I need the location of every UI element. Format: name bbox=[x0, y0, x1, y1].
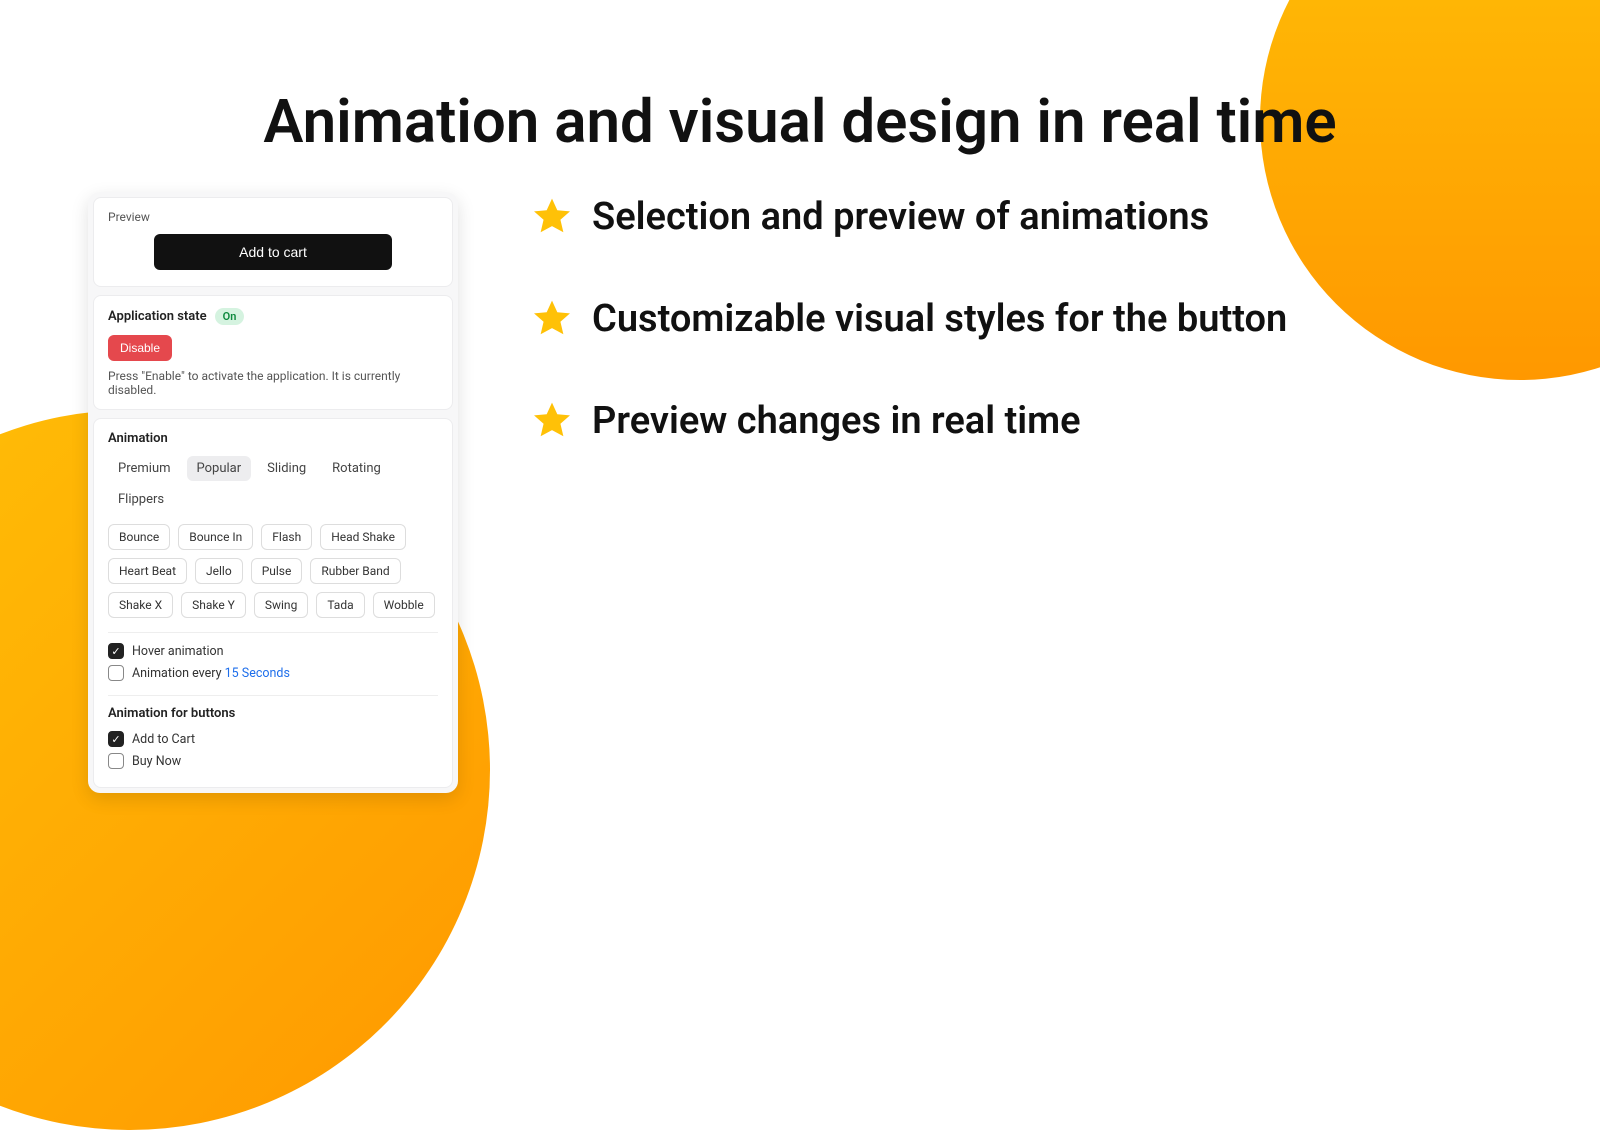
animation-tabs: Premium Popular Sliding Rotating Flipper… bbox=[108, 456, 438, 512]
bullet-text: Selection and preview of animations bbox=[592, 195, 1209, 239]
page-title: Animation and visual design in real time bbox=[0, 86, 1600, 157]
add-to-cart-label: Add to Cart bbox=[132, 732, 195, 747]
interval-prefix: Animation every bbox=[132, 666, 225, 681]
tab-flippers[interactable]: Flippers bbox=[108, 487, 174, 512]
buttons-row: ✓ Add to Cart bbox=[108, 731, 438, 747]
add-to-cart-checkbox[interactable]: ✓ bbox=[108, 731, 124, 747]
animation-option[interactable]: Shake X bbox=[108, 592, 173, 618]
interval-value-link[interactable]: 15 Seconds bbox=[225, 666, 290, 681]
animation-option[interactable]: Flash bbox=[261, 524, 312, 550]
animation-option[interactable]: Heart Beat bbox=[108, 558, 187, 584]
preview-card: Preview Add to cart bbox=[93, 197, 453, 287]
animation-card: Animation Premium Popular Sliding Rotati… bbox=[93, 418, 453, 788]
tab-premium[interactable]: Premium bbox=[108, 456, 181, 481]
interval-label: Animation every 15 Seconds bbox=[132, 666, 290, 681]
animation-options: Bounce Bounce In Flash Head Shake Heart … bbox=[108, 524, 438, 618]
buy-now-label: Buy Now bbox=[132, 754, 181, 769]
star-icon bbox=[530, 399, 574, 443]
hover-animation-checkbox[interactable]: ✓ bbox=[108, 643, 124, 659]
buttons-section-title: Animation for buttons bbox=[108, 706, 438, 721]
tab-sliding[interactable]: Sliding bbox=[257, 456, 316, 481]
divider bbox=[108, 695, 438, 696]
buy-now-checkbox[interactable] bbox=[108, 753, 124, 769]
divider bbox=[108, 632, 438, 633]
application-state-card: Application state On Disable Press "Enab… bbox=[93, 295, 453, 410]
preview-label: Preview bbox=[108, 210, 438, 224]
animation-option[interactable]: Swing bbox=[254, 592, 308, 618]
animation-option[interactable]: Jello bbox=[195, 558, 243, 584]
star-icon bbox=[530, 195, 574, 239]
animation-option[interactable]: Tada bbox=[316, 592, 364, 618]
tab-popular[interactable]: Popular bbox=[187, 456, 252, 481]
interval-checkbox[interactable] bbox=[108, 665, 124, 681]
bullet-text: Preview changes in real time bbox=[592, 399, 1081, 443]
bullet-item: Customizable visual styles for the butto… bbox=[530, 297, 1540, 341]
animation-option[interactable]: Bounce bbox=[108, 524, 170, 550]
hover-animation-row: ✓ Hover animation bbox=[108, 643, 438, 659]
bullet-item: Selection and preview of animations bbox=[530, 195, 1540, 239]
add-to-cart-preview-button[interactable]: Add to cart bbox=[154, 234, 392, 270]
hover-animation-label: Hover animation bbox=[132, 644, 224, 659]
animation-option[interactable]: Shake Y bbox=[181, 592, 246, 618]
buttons-row: Buy Now bbox=[108, 753, 438, 769]
animation-option[interactable]: Pulse bbox=[251, 558, 303, 584]
bullet-item: Preview changes in real time bbox=[530, 399, 1540, 443]
disable-button[interactable]: Disable bbox=[108, 335, 172, 361]
application-state-title: Application state bbox=[108, 309, 207, 324]
animation-option[interactable]: Head Shake bbox=[320, 524, 406, 550]
star-icon bbox=[530, 297, 574, 341]
state-badge: On bbox=[215, 308, 245, 325]
animation-option[interactable]: Bounce In bbox=[178, 524, 253, 550]
tab-rotating[interactable]: Rotating bbox=[322, 456, 391, 481]
interval-row: Animation every 15 Seconds bbox=[108, 665, 438, 681]
animation-title: Animation bbox=[108, 431, 438, 446]
bullet-list: Selection and preview of animations Cust… bbox=[530, 195, 1540, 443]
state-help-text: Press "Enable" to activate the applicati… bbox=[108, 369, 438, 397]
animation-option[interactable]: Rubber Band bbox=[310, 558, 400, 584]
bullet-text: Customizable visual styles for the butto… bbox=[592, 297, 1287, 341]
animation-option[interactable]: Wobble bbox=[373, 592, 435, 618]
settings-panel: Preview Add to cart Application state On… bbox=[88, 192, 458, 793]
